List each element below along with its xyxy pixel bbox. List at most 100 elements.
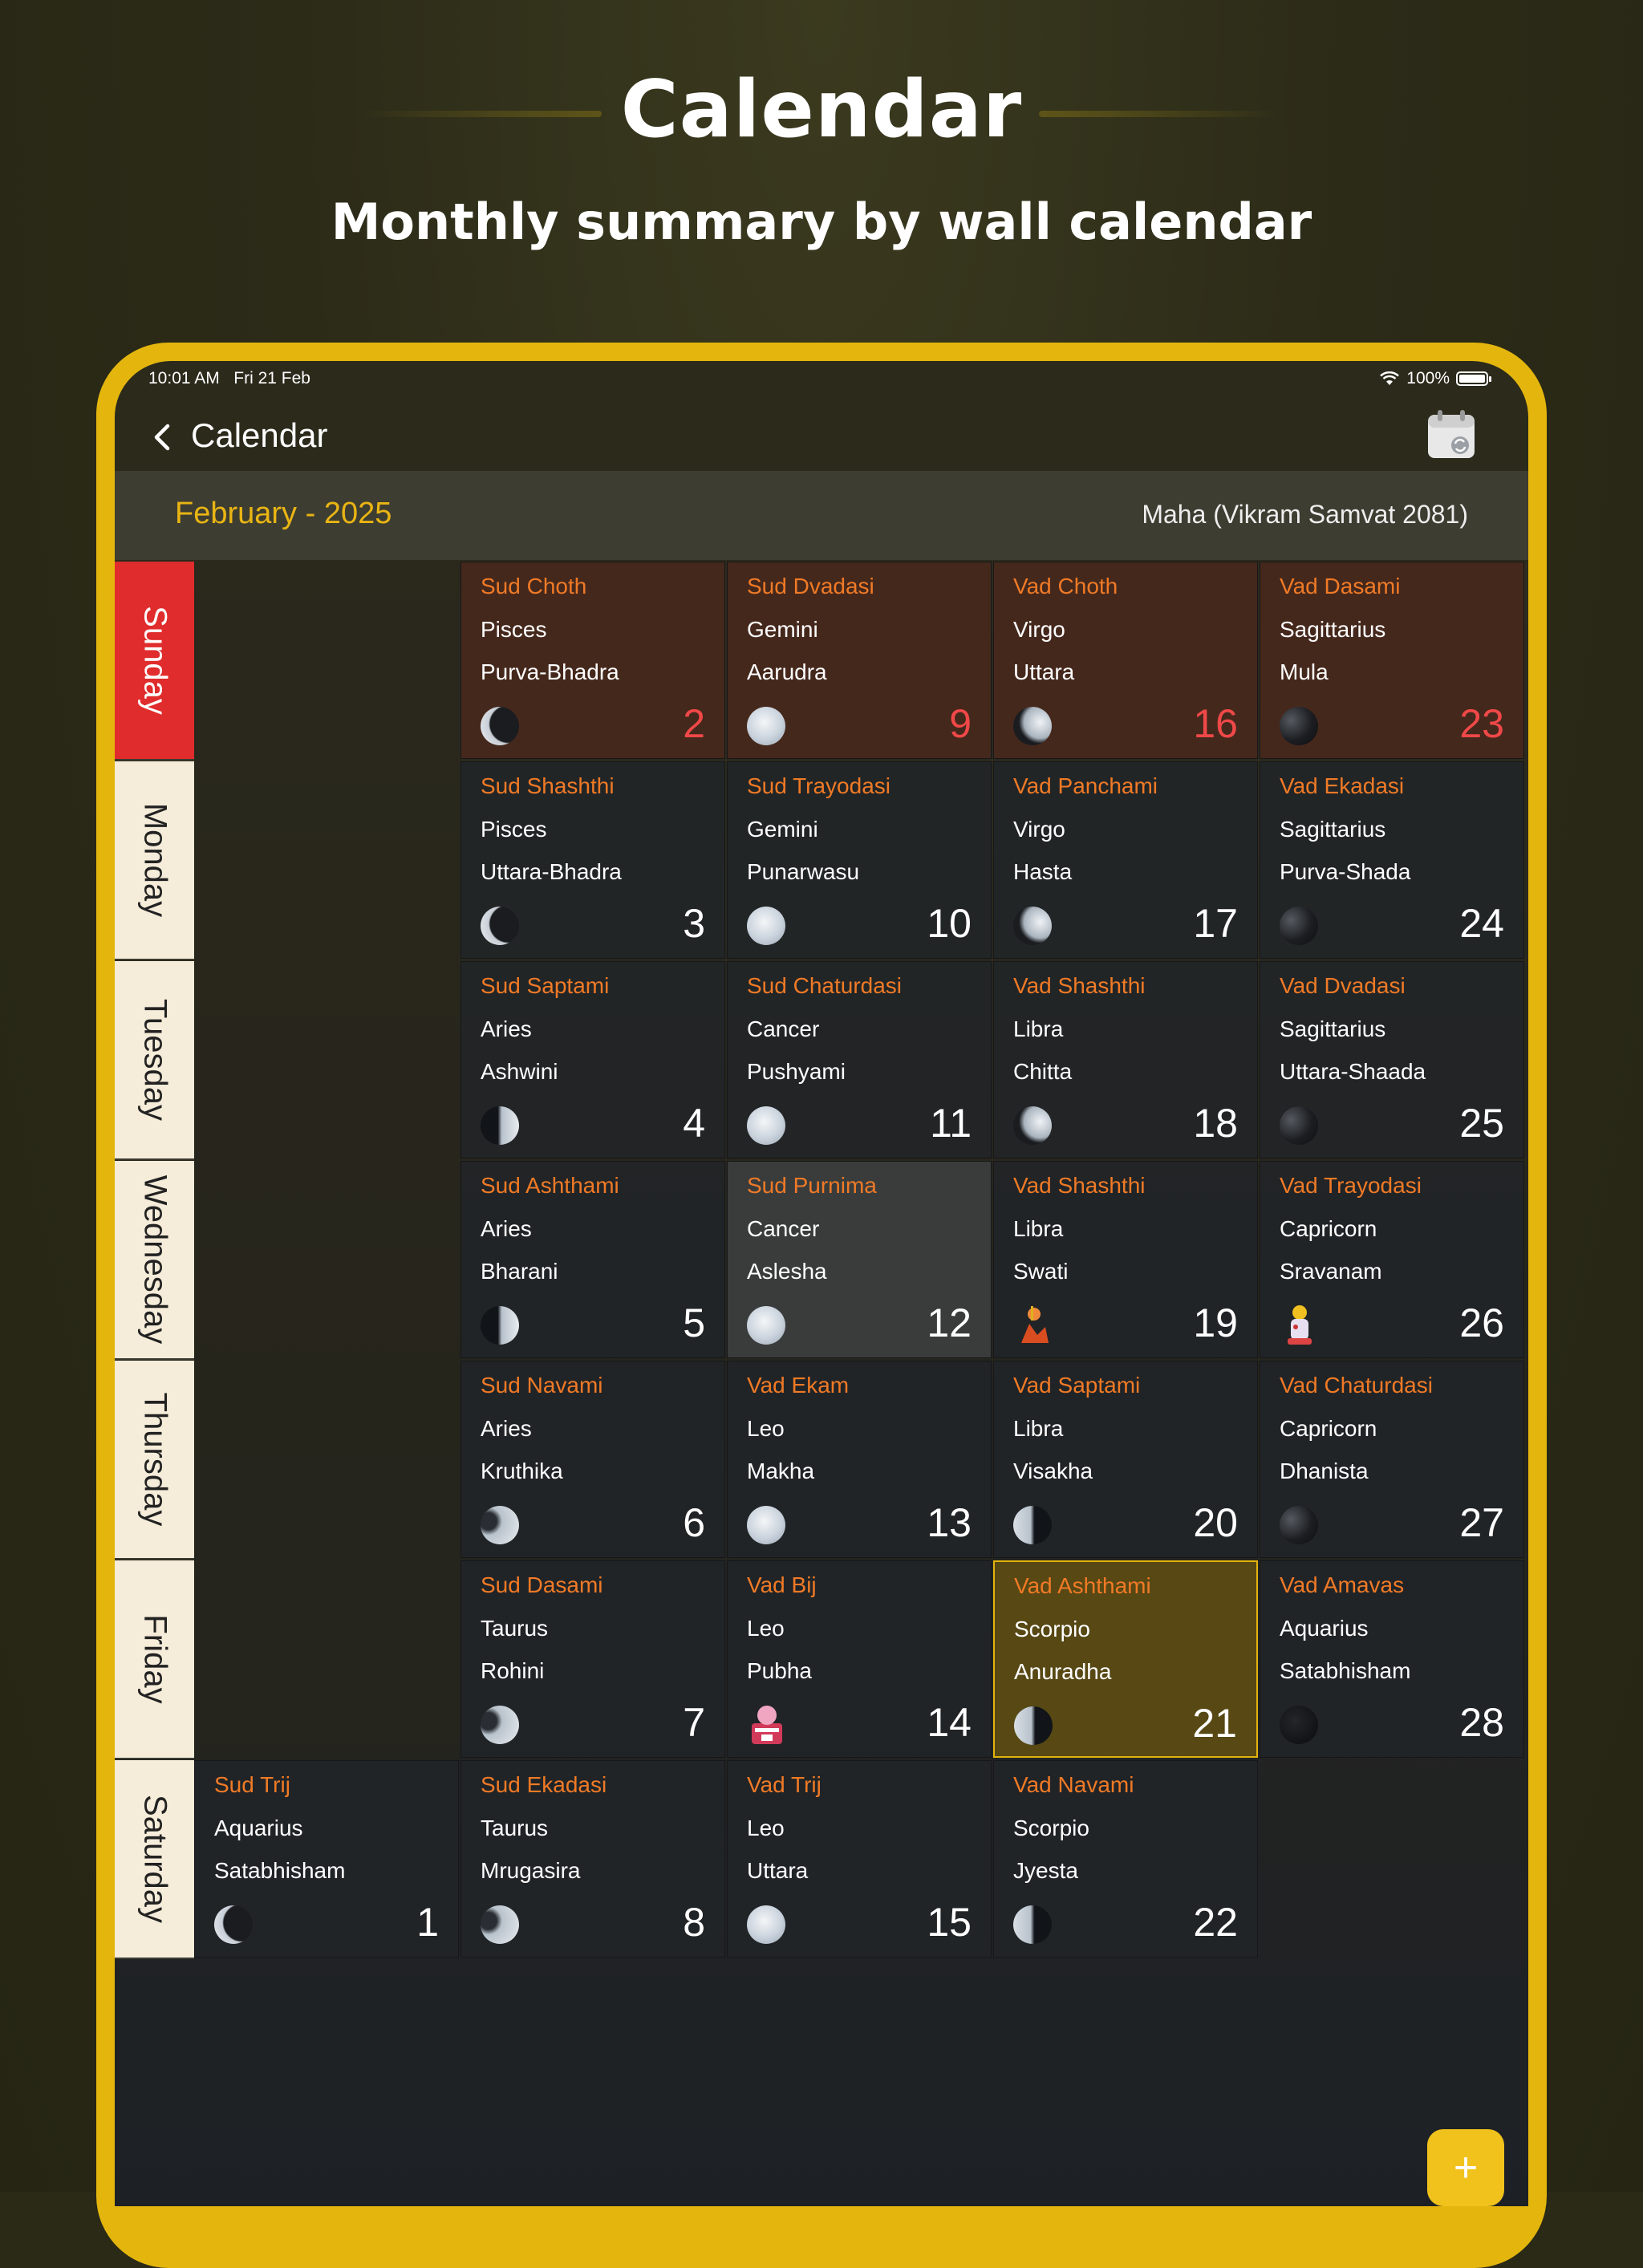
- day-cell-19[interactable]: Vad Shashthi Libra Swati 19: [993, 1161, 1258, 1358]
- month-label[interactable]: February - 2025: [175, 497, 391, 531]
- rashi-label: Aries: [481, 1216, 532, 1241]
- tithi-label: Vad Choth: [1013, 574, 1118, 598]
- date-number: 2: [683, 701, 705, 746]
- weekday-label: Monday: [137, 802, 172, 918]
- rashi-label: Libra: [1013, 1416, 1064, 1441]
- rashi-label: Gemini: [747, 817, 818, 842]
- calendar-sync-icon[interactable]: [1426, 408, 1476, 460]
- date-number: 7: [683, 1700, 705, 1745]
- day-cell-10[interactable]: Sud Trayodasi Gemini Punarwasu 10: [727, 761, 992, 959]
- day-cell-16[interactable]: Vad Choth Virgo Uttara 16: [993, 562, 1258, 759]
- tithi-label: Vad Trayodasi: [1280, 1173, 1422, 1198]
- day-cell-6[interactable]: Sud Navami Aries Kruthika 6: [460, 1361, 725, 1558]
- day-cell-3[interactable]: Sud Shashthi Pisces Uttara-Bhadra 3: [460, 761, 725, 959]
- weekday-label: Tuesday: [137, 999, 172, 1121]
- rashi-label: Virgo: [1013, 817, 1065, 842]
- nakshatra-label: Swati: [1013, 1259, 1069, 1284]
- date-number: 26: [1459, 1300, 1504, 1345]
- rashi-label: Sagittarius: [1280, 617, 1386, 642]
- tithi-label: Vad Ashthami: [1014, 1573, 1151, 1598]
- battery-icon: [1456, 371, 1491, 386]
- nakshatra-label: Sravanam: [1280, 1259, 1382, 1284]
- date-number: 17: [1193, 901, 1238, 946]
- day-cell-23[interactable]: Vad Dasami Sagittarius Mula 23: [1260, 562, 1524, 759]
- tithi-label: Sud Trij: [214, 1772, 290, 1797]
- rashi-label: Gemini: [747, 617, 818, 642]
- tithi-label: Vad Dasami: [1280, 574, 1401, 598]
- rashi-label: Aries: [481, 1416, 532, 1441]
- wifi-icon: [1380, 371, 1400, 385]
- calendar-grid: Sunday Monday Tuesday Wednesday Thursday Frid…: [115, 562, 1528, 2206]
- day-cell-17[interactable]: Vad Panchami Virgo Hasta 17: [993, 761, 1258, 959]
- moon-phase-icon: [481, 707, 519, 745]
- moon-phase-icon: [481, 1506, 519, 1544]
- day-cell-4[interactable]: Sud Saptami Aries Ashwini 4: [460, 961, 725, 1158]
- rashi-label: Cancer: [747, 1216, 820, 1241]
- day-cell-2[interactable]: Sud Choth Pisces Purva-Bhadra 2: [460, 562, 725, 759]
- hero-title: Calendar: [620, 64, 1023, 156]
- tithi-label: Vad Navami: [1013, 1772, 1134, 1797]
- moon-phase-icon: [1014, 1706, 1053, 1745]
- tithi-label: Sud Ashthami: [481, 1173, 619, 1198]
- weekday-tuesday: Tuesday: [115, 961, 194, 1160]
- tithi-label: Sud Trayodasi: [747, 773, 890, 798]
- rashi-label: Leo: [747, 1816, 785, 1840]
- day-cell-22[interactable]: Vad Navami Scorpio Jyesta 22: [993, 1760, 1258, 1958]
- day-cell-1[interactable]: Sud Trij Aquarius Satabhisham 1: [194, 1760, 459, 1958]
- day-cell-20[interactable]: Vad Saptami Libra Visakha 20: [993, 1361, 1258, 1558]
- date-number: 18: [1193, 1101, 1238, 1146]
- date-number: 9: [949, 701, 972, 746]
- nakshatra-label: Punarwasu: [747, 859, 860, 884]
- day-cell-27[interactable]: Vad Chaturdasi Capricorn Dhanista 27: [1260, 1361, 1524, 1558]
- date-number: 20: [1193, 1500, 1238, 1545]
- day-cell-15[interactable]: Vad Trij Leo Uttara 15: [727, 1760, 992, 1958]
- day-cell-5[interactable]: Sud Ashthami Aries Bharani 5: [460, 1161, 725, 1358]
- empty-week-column: [194, 562, 460, 1760]
- battery-percent: 100%: [1406, 369, 1450, 387]
- moon-phase-icon: [1280, 707, 1318, 745]
- rashi-label: Sagittarius: [1280, 1016, 1386, 1041]
- nakshatra-label: Uttara-Shaada: [1280, 1059, 1426, 1084]
- weekday-sunday: Sunday: [115, 562, 194, 761]
- weekday-label: Saturday: [137, 1794, 172, 1924]
- rashi-label: Capricorn: [1280, 1416, 1377, 1441]
- chevron-left-icon[interactable]: [139, 413, 187, 461]
- moon-phase-icon: [747, 1905, 785, 1944]
- day-cell-8[interactable]: Sud Ekadasi Taurus Mrugasira 8: [460, 1760, 725, 1958]
- date-number: 4: [683, 1101, 705, 1146]
- rashi-label: Pisces: [481, 817, 547, 842]
- day-cell-7[interactable]: Sud Dasami Taurus Rohini 7: [460, 1560, 725, 1758]
- day-cell-26[interactable]: Vad Trayodasi Capricorn Sravanam 26: [1260, 1161, 1524, 1358]
- day-cell-12[interactable]: Sud Purnima Cancer Aslesha 12: [727, 1161, 992, 1358]
- date-number: 19: [1193, 1300, 1238, 1345]
- rashi-label: Virgo: [1013, 617, 1065, 642]
- day-cell-24[interactable]: Vad Ekadasi Sagittarius Purva-Shada 24: [1260, 761, 1524, 959]
- date-number: 25: [1459, 1101, 1504, 1146]
- date-number: 13: [927, 1500, 972, 1545]
- moon-phase-icon: [1013, 1506, 1052, 1544]
- day-cell-13[interactable]: Vad Ekam Leo Makha 13: [727, 1361, 992, 1558]
- month-header: February - 2025 Maha (Vikram Samvat 2081…: [115, 471, 1528, 560]
- nakshatra-label: Purva-Shada: [1280, 859, 1411, 884]
- day-cell-18[interactable]: Vad Shashthi Libra Chitta 18: [993, 961, 1258, 1158]
- date-number: 21: [1192, 1701, 1237, 1746]
- weekday-label: Sunday: [137, 606, 172, 715]
- day-cell-28[interactable]: Vad Amavas Aquarius Satabhisham 28: [1260, 1560, 1524, 1758]
- rashi-label: Taurus: [481, 1616, 549, 1641]
- date-number: 27: [1459, 1500, 1504, 1545]
- day-cell-11[interactable]: Sud Chaturdasi Cancer Pushyami 11: [727, 961, 992, 1158]
- moon-phase-icon: [747, 707, 785, 745]
- samvat-label: Maha (Vikram Samvat 2081): [1142, 500, 1468, 529]
- day-cell-25[interactable]: Vad Dvadasi Sagittarius Uttara-Shaada 25: [1260, 961, 1524, 1158]
- day-cell-9[interactable]: Sud Dvadasi Gemini Aarudra 9: [727, 562, 992, 759]
- day-cell-14[interactable]: Vad Bij Leo Pubha 14: [727, 1560, 992, 1758]
- date-number: 8: [683, 1900, 705, 1945]
- nakshatra-label: Jyesta: [1013, 1858, 1078, 1883]
- device-screen: 10:01 AM Fri 21 Feb 100% Calendar Februa…: [115, 361, 1528, 2206]
- tithi-label: Vad Ekadasi: [1280, 773, 1405, 798]
- nakshatra-label: Ashwini: [481, 1059, 558, 1084]
- add-button[interactable]: +: [1427, 2129, 1504, 2206]
- day-cell-21[interactable]: Vad Ashthami Scorpio Anuradha 21: [993, 1560, 1258, 1758]
- moon-phase-icon: [747, 1106, 785, 1145]
- date-number: 22: [1193, 1900, 1238, 1945]
